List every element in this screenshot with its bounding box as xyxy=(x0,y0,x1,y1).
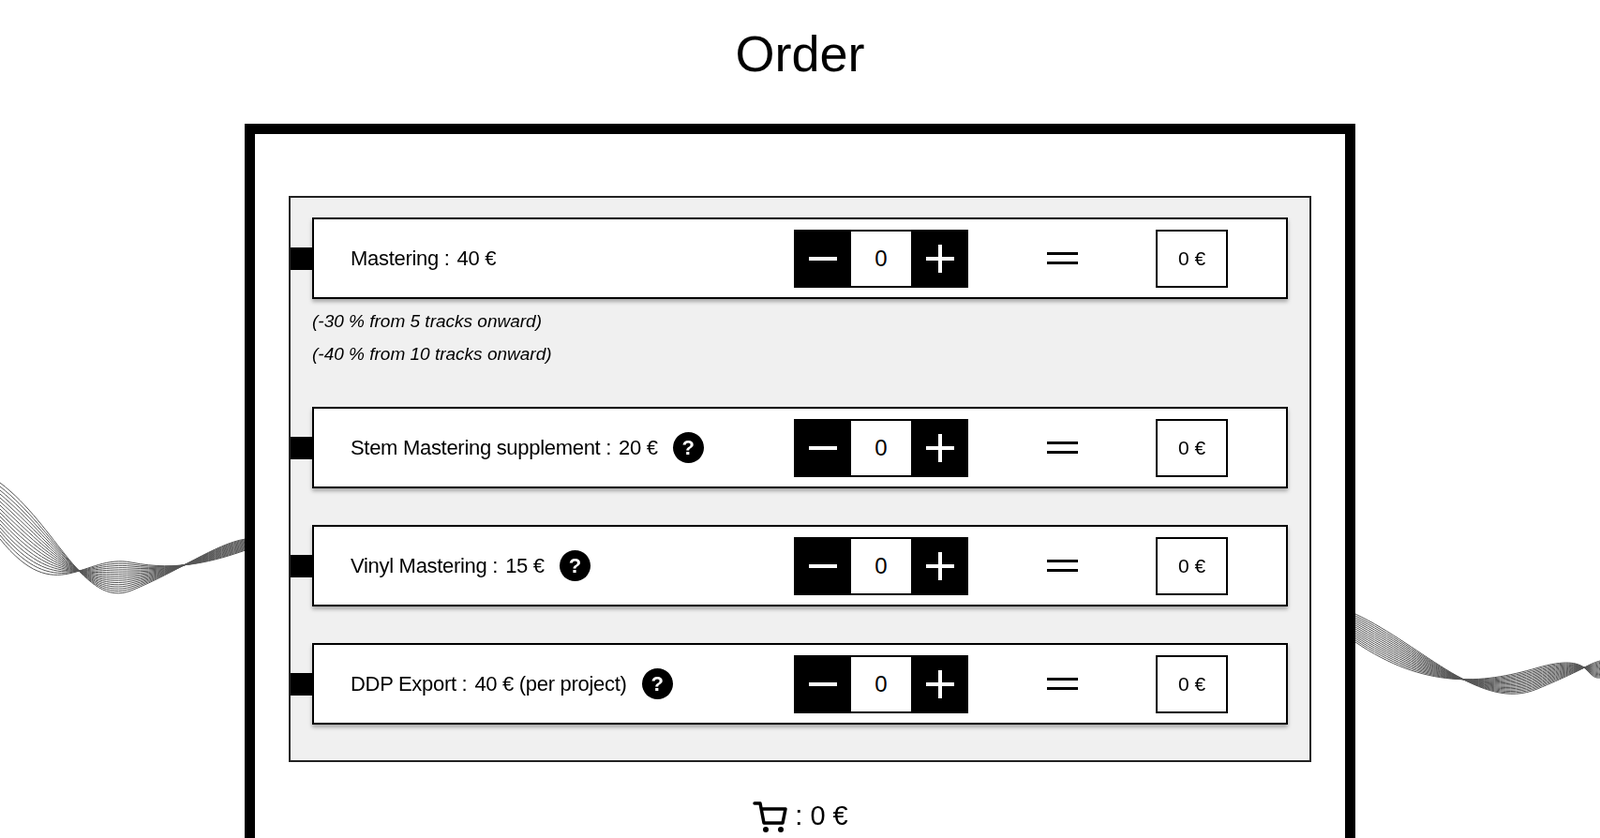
service-block: Mastering :40 € 0 0 € (-30 % from 5 tracks … xyxy=(290,217,1288,371)
service-row: Mastering :40 € 0 0 € xyxy=(312,217,1288,300)
service-label: Mastering :40 € xyxy=(350,242,794,274)
minus-icon xyxy=(807,550,839,583)
minus-button[interactable] xyxy=(793,655,852,714)
service-price: 40 € (per project) xyxy=(474,668,627,700)
service-name: Mastering : xyxy=(350,242,450,274)
row-tab xyxy=(290,554,313,578)
minus-button[interactable] xyxy=(793,229,852,288)
plus-icon xyxy=(924,668,957,701)
quantity-value[interactable]: 0 xyxy=(851,418,912,478)
line-total: 0 € xyxy=(1155,229,1228,288)
minus-icon xyxy=(807,242,839,275)
row-tab xyxy=(290,672,313,696)
minus-icon xyxy=(807,432,839,464)
service-price: 20 € xyxy=(618,432,658,464)
minus-button[interactable] xyxy=(793,418,852,478)
minus-button[interactable] xyxy=(793,537,852,596)
line-total: 0 € xyxy=(1155,537,1228,596)
service-price: 40 € xyxy=(457,242,497,274)
service-block: Vinyl Mastering :15 €? 0 0 € xyxy=(290,524,1288,607)
plus-button[interactable] xyxy=(911,537,969,596)
cart-summary: : 0 € xyxy=(288,795,1312,838)
service-name: DDP Export : xyxy=(350,668,467,700)
service-name: Vinyl Mastering : xyxy=(350,550,498,582)
equals-icon xyxy=(1046,677,1078,690)
plus-icon xyxy=(924,432,957,464)
help-button[interactable]: ? xyxy=(642,668,673,700)
line-total: 0 € xyxy=(1155,655,1228,714)
service-row: Vinyl Mastering :15 €? 0 0 € xyxy=(312,524,1288,607)
equals-icon xyxy=(1046,252,1078,265)
service-price: 15 € xyxy=(505,550,545,582)
service-label: DDP Export :40 € (per project)? xyxy=(350,668,794,700)
equals-icon xyxy=(1046,559,1078,572)
cart-icon[interactable] xyxy=(751,797,790,836)
minus-icon xyxy=(807,668,839,701)
service-label: Vinyl Mastering :15 €? xyxy=(350,550,794,582)
cart-total: : 0 € xyxy=(794,795,848,838)
plus-button[interactable] xyxy=(911,655,969,714)
quantity-value[interactable]: 0 xyxy=(851,537,912,596)
plus-icon xyxy=(924,242,957,275)
equals-icon xyxy=(1046,441,1078,454)
service-label: Stem Mastering supplement :20 €? xyxy=(350,432,794,464)
help-button[interactable]: ? xyxy=(672,432,704,464)
plus-icon xyxy=(924,550,957,583)
discount-notes: (-30 % from 5 tracks onward)(-40 % from … xyxy=(290,299,1288,371)
service-row: DDP Export :40 € (per project)? 0 0 € xyxy=(312,642,1288,725)
quantity-stepper: 0 xyxy=(793,537,969,596)
page-title: Order xyxy=(734,24,865,83)
quantity-stepper: 0 xyxy=(793,418,969,478)
service-block: Stem Mastering supplement :20 €? 0 0 € xyxy=(290,406,1288,489)
services-panel: Mastering :40 € 0 0 € (-30 % from 5 tracks … xyxy=(288,195,1312,763)
service-name: Stem Mastering supplement : xyxy=(350,432,612,464)
service-row: Stem Mastering supplement :20 €? 0 0 € xyxy=(312,406,1288,489)
line-total: 0 € xyxy=(1155,418,1228,478)
discount-note: (-40 % from 10 tracks onward) xyxy=(312,337,1288,371)
quantity-value[interactable]: 0 xyxy=(851,229,912,288)
row-tab xyxy=(290,247,313,270)
quantity-stepper: 0 xyxy=(793,655,969,714)
quantity-value[interactable]: 0 xyxy=(851,655,912,714)
service-block: DDP Export :40 € (per project)? 0 0 € xyxy=(290,642,1288,725)
quantity-stepper: 0 xyxy=(793,229,969,288)
discount-note: (-30 % from 5 tracks onward) xyxy=(312,304,1288,338)
order-frame: Mastering :40 € 0 0 € (-30 % from 5 tracks … xyxy=(244,123,1356,838)
plus-button[interactable] xyxy=(911,418,969,478)
plus-button[interactable] xyxy=(911,229,969,288)
row-tab xyxy=(290,436,313,460)
help-button[interactable]: ? xyxy=(559,550,591,582)
